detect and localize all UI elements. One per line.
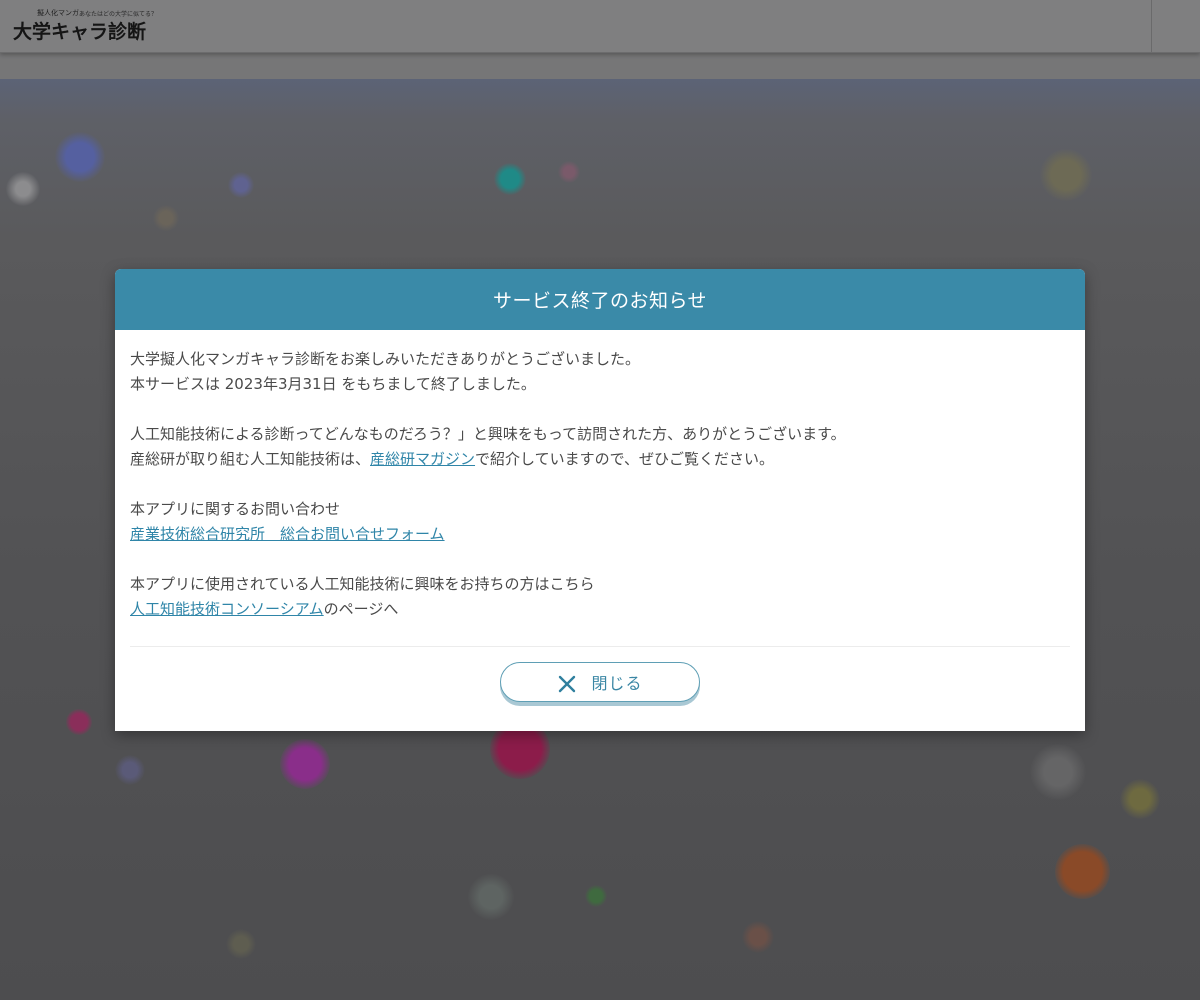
modal-header: サービス終了のお知らせ xyxy=(115,269,1085,330)
consortium-paragraph: 本アプリに使用されている人工知能技術に興味をお持ちの方はこちら 人工知能技術コン… xyxy=(130,572,1070,622)
end-date-line: 本サービスは 2023年3月31日 をもちまして終了しました。 xyxy=(130,375,536,393)
ai-info-paragraph: 人工知能技術による診断ってどんなものだろう？」と興味をもって訪問された方、ありが… xyxy=(130,422,1070,472)
contact-link-line: 産業技術総合研究所 総合お問い合せフォーム xyxy=(130,522,1070,547)
thanks-line: 大学擬人化マンガキャラ診断をお楽しみいただきありがとうございました。 xyxy=(130,350,641,368)
modal-title: サービス終了のお知らせ xyxy=(492,290,708,312)
service-end-modal: サービス終了のお知らせ 大学擬人化マンガキャラ診断をお楽しみいただきありがとうご… xyxy=(115,269,1085,731)
contact-form-link[interactable]: 産業技術総合研究所 総合お問い合せフォーム xyxy=(130,525,445,543)
magazine-line-suffix: で紹介していますので、ぜひご覧ください。 xyxy=(475,450,774,468)
consortium-link-suffix: のページへ xyxy=(323,600,399,618)
ai-interest-line: 人工知能技術による診断ってどんなものだろう？」と興味をもって訪問された方、ありが… xyxy=(130,425,846,443)
magazine-line: 産総研が取り組む人工知能技術は、産総研マガジンで紹介していますので、ぜひご覧くだ… xyxy=(130,447,1070,472)
close-button[interactable]: 閉じる xyxy=(500,662,700,702)
close-icon xyxy=(559,675,576,692)
consortium-heading: 本アプリに使用されている人工知能技術に興味をお持ちの方はこちら xyxy=(130,575,595,593)
aist-magazine-link[interactable]: 産総研マガジン xyxy=(370,450,475,468)
modal-divider xyxy=(130,646,1070,647)
modal-body: 大学擬人化マンガキャラ診断をお楽しみいただきありがとうございました。 本サービス… xyxy=(115,330,1085,622)
contact-heading: 本アプリに関するお問い合わせ xyxy=(130,500,341,518)
ai-consortium-link[interactable]: 人工知能技術コンソーシアム xyxy=(130,600,324,618)
close-button-label: 閉じる xyxy=(591,674,643,693)
thanks-paragraph: 大学擬人化マンガキャラ診断をお楽しみいただきありがとうございました。 本サービス… xyxy=(130,347,1070,397)
contact-paragraph: 本アプリに関するお問い合わせ 産業技術総合研究所 総合お問い合せフォーム xyxy=(130,497,1070,547)
magazine-line-prefix: 産総研が取り組む人工知能技術は、 xyxy=(130,450,371,468)
consortium-link-line: 人工知能技術コンソーシアムのページへ xyxy=(130,597,1070,622)
